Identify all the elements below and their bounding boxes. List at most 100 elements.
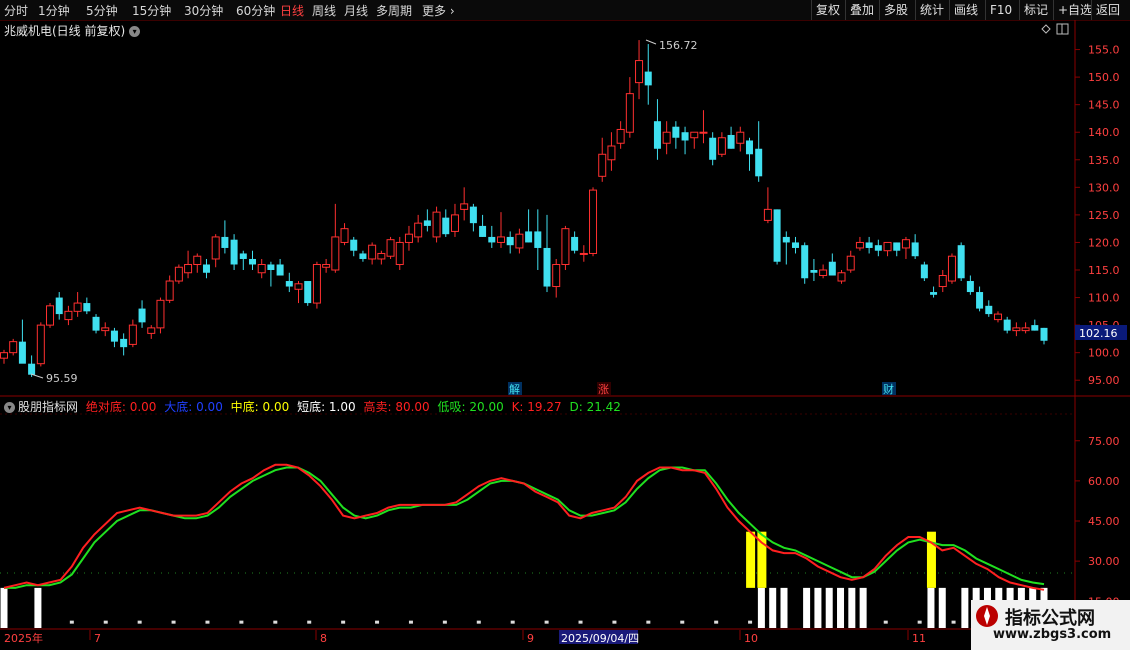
baseline-dot <box>917 620 922 624</box>
candle-body-up <box>312 263 321 304</box>
candle-body-down <box>248 258 256 265</box>
candle-body-up <box>819 269 828 277</box>
candle-body-down <box>276 264 284 276</box>
mid-bottom-bar <box>746 531 756 588</box>
indicator-tick-label: 60.00 <box>1088 475 1120 488</box>
candle-body-down <box>773 209 781 262</box>
candle-body-up <box>561 228 570 265</box>
candle-body-down <box>442 217 450 235</box>
short-bottom-bar <box>825 587 833 628</box>
max-pointer <box>645 39 657 45</box>
short-bottom-bar <box>0 587 8 628</box>
candle-body-up <box>552 263 561 288</box>
candle-body-up <box>763 208 772 221</box>
marker-rise[interactable]: 涨 <box>598 383 609 396</box>
short-bottom-bar <box>757 587 765 628</box>
baseline-dot <box>69 620 74 624</box>
baseline-dot <box>883 620 888 624</box>
candle-body-up <box>36 324 45 365</box>
baseline-dot <box>273 620 278 624</box>
date-axis: 2025年 7 8 9 2025/09/04/四 10 11 <box>4 630 926 645</box>
candle-body-up <box>404 233 413 243</box>
candle-body-down <box>423 220 431 226</box>
candle-body-down <box>543 247 551 287</box>
candle-body-down <box>350 239 358 251</box>
short-bottom-bar <box>859 587 867 628</box>
candle-body-up <box>147 327 156 334</box>
date-label-oct: 10 <box>744 632 758 645</box>
chart-frame <box>0 20 1130 650</box>
price-tick-label: 135.0 <box>1088 154 1120 167</box>
candle-body-down <box>488 236 496 243</box>
price-annotations: 95.59 156.72 解 涨 财 102.16 <box>30 23 1127 396</box>
marker-finance[interactable]: 财 <box>883 382 894 396</box>
candle-body-down <box>672 126 680 138</box>
candle-body-down <box>920 264 928 279</box>
candle-body-up <box>579 252 588 255</box>
candle-body-up <box>193 255 202 265</box>
candle-body-down <box>525 231 533 243</box>
candle-body-up <box>128 324 137 345</box>
candle-body-down <box>792 242 800 248</box>
candle-body-up <box>947 255 956 282</box>
candle-body-up <box>46 305 55 326</box>
baseline-dot <box>239 620 244 624</box>
candle-body-down <box>83 303 91 312</box>
short-bottom-bar <box>961 587 969 628</box>
indicator-tick-label: 30.00 <box>1088 555 1120 568</box>
candle-body-up <box>101 327 110 332</box>
short-bottom-bar <box>927 587 935 628</box>
candle-body-down <box>957 245 965 279</box>
candle-body-up <box>1021 327 1030 332</box>
candle-body-up <box>174 266 183 282</box>
marker-unlock[interactable]: 解 <box>509 382 520 396</box>
candle-body-down <box>534 231 542 248</box>
candle-body-down <box>782 236 790 243</box>
candle-body-up <box>883 241 892 252</box>
candle-body-up <box>938 275 947 288</box>
short-bottom-bar <box>848 587 856 628</box>
candle-body-down <box>1031 325 1039 331</box>
baseline-dot <box>510 620 515 624</box>
baseline-dot <box>951 620 956 624</box>
candle-body-up <box>717 137 726 155</box>
min-label: 95.59 <box>46 372 78 385</box>
candle-body-down <box>976 292 984 309</box>
baseline-dot <box>714 620 719 624</box>
candle-body-down <box>120 338 128 348</box>
indicator-tick-label: 45.00 <box>1088 515 1120 528</box>
candle-body-down <box>138 308 146 323</box>
panel-icons <box>1041 23 1069 35</box>
candle-body-down <box>653 121 661 149</box>
candle-body-down <box>110 330 118 342</box>
candle-body-up <box>165 280 174 301</box>
candle-body-up <box>0 352 8 359</box>
baseline-dot <box>408 620 413 624</box>
candle-body-down <box>893 242 901 251</box>
candle-body-up <box>340 228 349 243</box>
candle-body-down <box>644 71 652 86</box>
candle-body-up <box>184 263 193 274</box>
diamond-icon[interactable] <box>1041 24 1051 34</box>
candle-body-down <box>1040 327 1048 341</box>
candle-body-down <box>681 132 689 141</box>
stock-chart[interactable]: 155.0 150.0 145.0 140.0 135.0 130.0 125.0 120.0… <box>0 0 1130 650</box>
candle-body-down <box>801 245 809 279</box>
candle-body-up <box>993 313 1002 321</box>
candle-body-up <box>736 131 745 144</box>
date-highlight: 2025/09/04/四 <box>561 632 639 645</box>
candle-body-up <box>73 302 82 312</box>
candle-body-down <box>709 137 717 160</box>
signal-bars <box>0 531 1048 628</box>
k-line <box>3 463 1045 591</box>
short-bottom-bar <box>780 587 788 628</box>
date-label-aug: 8 <box>320 632 327 645</box>
price-tick-label: 95.00 <box>1088 374 1120 387</box>
candle-body-down <box>930 292 938 295</box>
candle-body-up <box>432 211 441 238</box>
candle-body-up <box>9 341 18 354</box>
candle-body-up <box>515 233 524 249</box>
candle-body-down <box>92 316 100 331</box>
kd-lines <box>3 463 1045 591</box>
candle-body-up <box>368 244 377 260</box>
